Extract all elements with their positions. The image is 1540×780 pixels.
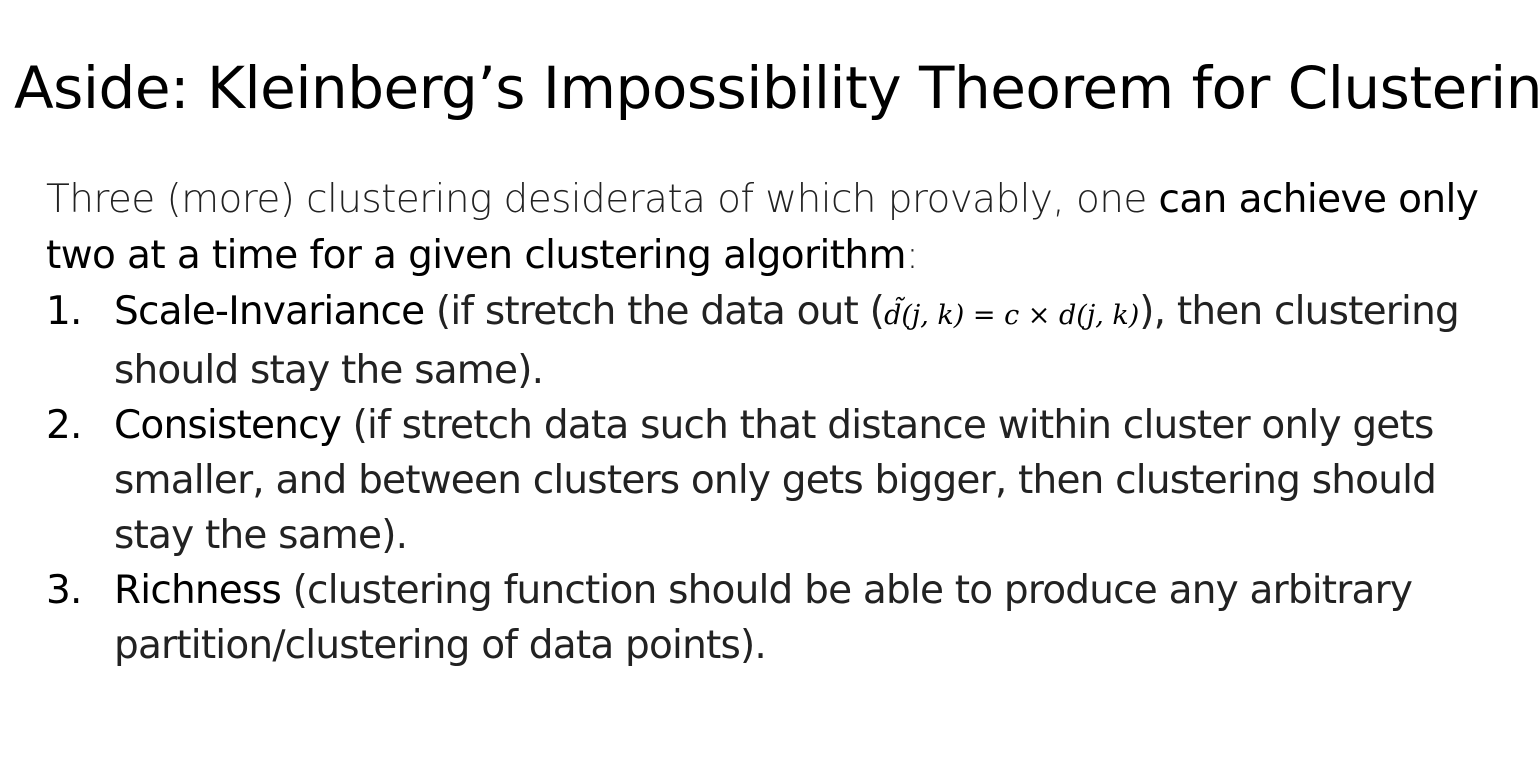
intro-text: Three (more) clustering desiderata of wh… [46,177,1159,222]
term-consistency: Consistency [114,403,342,448]
list-item-consistency: 2. Consistency (if stretch data such that… [46,398,1526,563]
list-item-richness: 3. Richness (clustering function should b… [46,563,1526,673]
desc-scale-invariance-before: (if stretch the data out ( [424,289,885,334]
term-scale-invariance: Scale-Invariance [114,289,425,334]
intro-paragraph: Three (more) clustering desiderata of wh… [46,172,1526,284]
list-number: 1. [46,289,82,334]
scale-formula: d̃(j, k) = c × d(j, k) [884,300,1140,331]
term-richness: Richness [114,568,282,613]
slide-body: Three (more) clustering desiderata of wh… [46,172,1526,673]
list-item-scale-invariance: 1. Scale-Invariance (if stretch the data … [46,284,1526,398]
desc-richness: (clustering function should be able to p… [114,568,1413,668]
slide-title: Aside: Kleinberg’s Impossibility Theorem… [14,54,1540,122]
intro-colon: : [905,233,919,278]
desiderata-list: 1. Scale-Invariance (if stretch the data … [46,284,1526,673]
list-number: 2. [46,403,82,448]
list-number: 3. [46,568,82,613]
